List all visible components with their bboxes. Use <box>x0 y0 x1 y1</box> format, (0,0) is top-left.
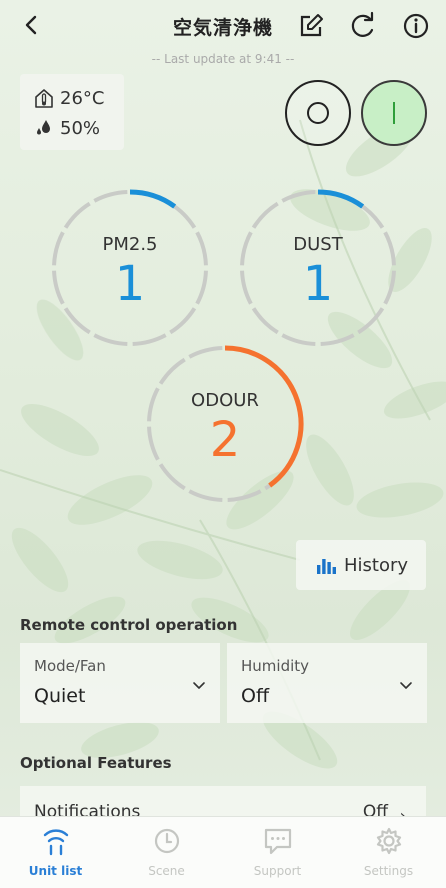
bar-chart-icon <box>317 559 336 574</box>
humidity-label: Humidity <box>241 657 310 675</box>
last-update-text: -- Last update at 9:41 -- <box>151 52 295 66</box>
gauge-level-arc <box>129 189 177 209</box>
unit-list-icon <box>43 829 69 856</box>
chevron-down-icon <box>400 682 412 689</box>
gauge-segment <box>188 346 223 359</box>
indoor-temperature-icon <box>35 89 53 108</box>
gauge-segment <box>281 190 316 203</box>
optional-features-heading: Optional Features <box>20 754 172 772</box>
power-on-button[interactable] <box>361 80 427 146</box>
edit-button[interactable] <box>296 11 326 41</box>
gauge-segment <box>227 489 262 502</box>
tab-bar: Unit list Scene Support Settings <box>0 816 446 888</box>
odour-label: ODOUR <box>191 390 259 411</box>
tab-unit-list-label: Unit list <box>28 864 83 878</box>
clock-icon <box>154 828 180 854</box>
mode-fan-select[interactable]: Mode/Fan Quiet <box>20 643 220 723</box>
droplet-icon <box>37 120 50 135</box>
gauge-segment <box>93 190 128 203</box>
dust-label: DUST <box>293 234 343 255</box>
environment-card: 26°C 50% <box>20 74 124 150</box>
back-button[interactable] <box>18 10 46 40</box>
humidity-select[interactable]: Humidity Off <box>227 643 427 723</box>
chevron-left-icon <box>25 15 37 35</box>
history-label: History <box>344 554 409 576</box>
pm25-gauge: PM2.5 1 <box>50 188 210 348</box>
dust-gauge: DUST 1 <box>238 188 398 348</box>
refresh-icon <box>351 11 374 37</box>
power-off-button[interactable] <box>285 80 351 146</box>
gauge-segment <box>63 201 91 229</box>
tab-support-label: Support <box>253 864 302 878</box>
info-icon <box>403 13 429 39</box>
tab-unit-list[interactable]: Unit list <box>0 817 111 888</box>
gauge-level-arc <box>317 189 365 209</box>
humidity-setting-value: Off <box>241 685 270 707</box>
power-off-icon <box>307 102 329 124</box>
refresh-button[interactable] <box>348 11 378 41</box>
info-button[interactable] <box>401 11 431 41</box>
gear-icon <box>376 827 402 855</box>
power-on-icon <box>393 102 395 124</box>
pm25-value: 1 <box>114 256 146 312</box>
pm25-label: PM2.5 <box>102 234 158 255</box>
tab-settings-label: Settings <box>363 864 414 878</box>
gauge-segment <box>320 333 355 346</box>
gauge-segment <box>281 333 316 346</box>
odour-gauge: ODOUR 2 <box>145 344 305 504</box>
gauge-segment <box>132 333 167 346</box>
dust-value: 1 <box>302 256 334 312</box>
gauge-segment <box>158 357 186 385</box>
humidity-row: 50% <box>34 116 100 140</box>
temperature-row: 26°C <box>34 86 104 110</box>
gauge-segment <box>93 333 128 346</box>
history-button[interactable]: History <box>296 540 426 590</box>
tab-scene[interactable]: Scene <box>111 817 222 888</box>
header-bar: 空気清浄機 <box>0 0 446 50</box>
temperature-value: 26°C <box>60 87 105 109</box>
gauge-segment <box>188 489 223 502</box>
chat-icon <box>264 828 292 855</box>
remote-control-heading: Remote control operation <box>20 616 238 634</box>
page-title: 空気清浄機 <box>172 17 273 39</box>
tab-scene-label: Scene <box>148 864 185 878</box>
edit-icon <box>300 14 323 37</box>
tab-settings[interactable]: Settings <box>333 817 444 888</box>
mode-fan-label: Mode/Fan <box>34 657 106 675</box>
chevron-down-icon <box>193 682 205 689</box>
humidity-value: 50% <box>60 117 101 139</box>
odour-value: 2 <box>209 412 241 468</box>
tab-support[interactable]: Support <box>222 817 333 888</box>
gauge-segment <box>251 201 279 229</box>
mode-fan-value: Quiet <box>34 685 86 707</box>
